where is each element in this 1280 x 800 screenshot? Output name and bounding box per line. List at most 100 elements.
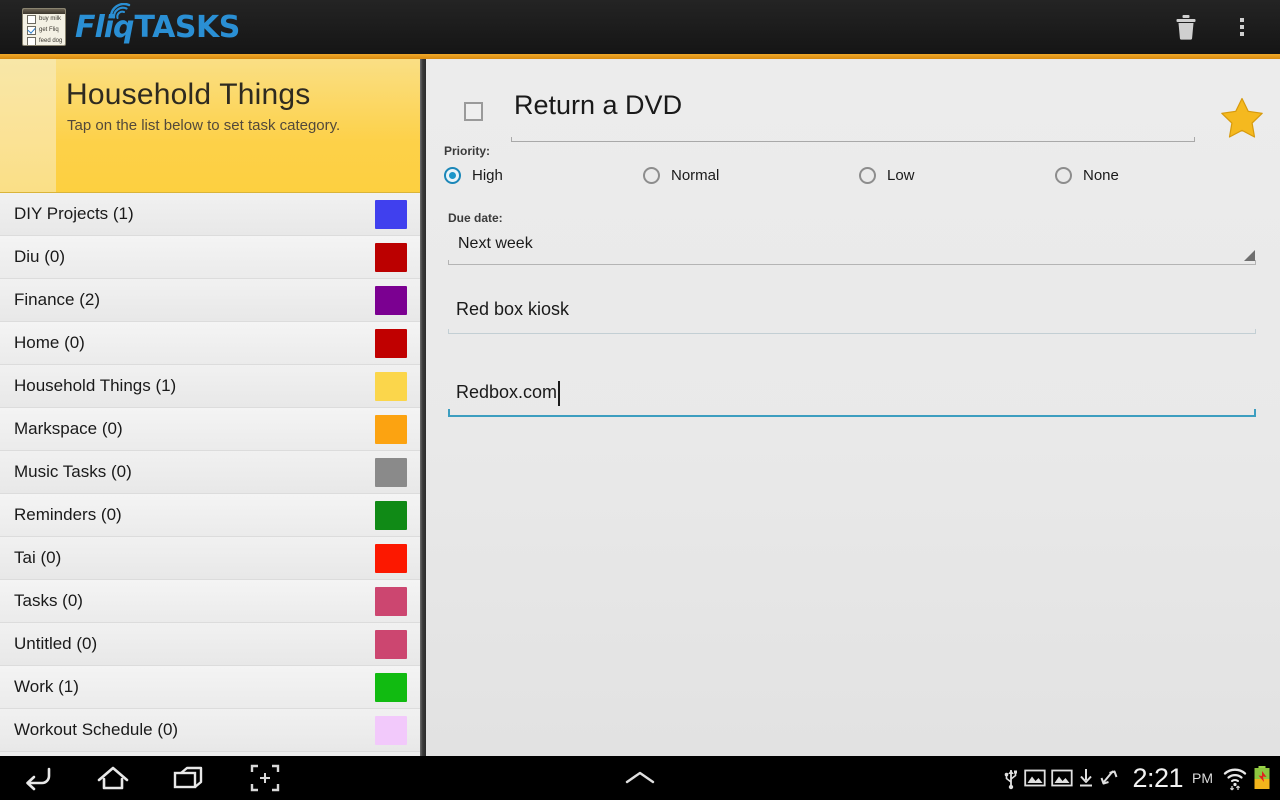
category-row[interactable]: Markspace (0) (0, 408, 420, 451)
category-row[interactable]: Work (1) (0, 666, 420, 709)
category-label: Home (0) (14, 333, 85, 352)
nav-screenshot-button[interactable] (240, 756, 290, 800)
wifi-arc-icon (109, 2, 131, 19)
nav-recents-button[interactable] (164, 756, 214, 800)
back-arrow-icon (26, 767, 51, 791)
due-date-spinner[interactable]: Next week (448, 229, 1256, 265)
category-color-swatch[interactable] (375, 415, 407, 444)
task-title-input[interactable]: Return a DVD (511, 80, 1195, 142)
task-complete-checkbox[interactable] (464, 102, 483, 121)
action-bar-actions (1158, 0, 1280, 54)
category-color-swatch[interactable] (375, 587, 407, 616)
priority-option-none[interactable]: None (1055, 167, 1119, 184)
category-row[interactable]: Reminders (0) (0, 494, 420, 537)
text-cursor (558, 381, 560, 406)
category-color-swatch[interactable] (375, 673, 407, 702)
url-value: Redbox.com (456, 382, 558, 402)
note-input[interactable]: Red box kiosk (448, 294, 1256, 334)
sidebar-header-stripe (0, 59, 56, 192)
category-sidebar: Household Things Tap on the list below t… (0, 59, 420, 756)
sync-icon (1099, 767, 1119, 789)
category-row[interactable]: Diu (0) (0, 236, 420, 279)
category-row[interactable]: Music Tasks (0) (0, 451, 420, 494)
priority-option-high[interactable]: High (444, 167, 503, 184)
category-label: Diu (0) (14, 247, 66, 266)
spinner-arrow-icon (1244, 250, 1255, 261)
category-label: DIY Projects (1) (14, 204, 134, 223)
priority-option-label: Normal (671, 167, 720, 184)
note-underline (448, 329, 1256, 334)
category-label: Music Tasks (0) (14, 462, 132, 481)
priority-label: Priority: (444, 144, 491, 158)
app-logo[interactable]: buy milk get Fliq feed dog Fliq TASKS (22, 2, 241, 46)
battery-icon (1252, 765, 1272, 791)
category-row[interactable]: Tai (0) (0, 537, 420, 580)
sidebar-header-subtitle: Tap on the list below to set task catego… (67, 117, 341, 134)
category-color-swatch[interactable] (375, 716, 407, 745)
category-row[interactable]: Finance (2) (0, 279, 420, 322)
logo-checkbox-3 (27, 37, 36, 45)
priority-radio-group[interactable]: High Normal Low None (444, 167, 1264, 193)
brand-wordmark: Fliq TASKS (75, 2, 241, 45)
category-row[interactable]: Home (0) (0, 322, 420, 365)
category-color-swatch[interactable] (375, 372, 407, 401)
radio-button-icon (444, 167, 461, 184)
priority-option-normal[interactable]: Normal (643, 167, 719, 184)
priority-option-label: Low (887, 167, 915, 184)
category-color-swatch[interactable] (375, 501, 407, 530)
due-date-label: Due date: (448, 211, 503, 225)
category-color-swatch[interactable] (375, 458, 407, 487)
url-input[interactable]: Redbox.com (448, 377, 1256, 417)
category-label: Household Things (1) (14, 376, 177, 395)
overflow-dots-icon (1240, 18, 1244, 36)
screenshot-icon-1 (1024, 768, 1047, 788)
home-icon (97, 766, 129, 790)
clock-ampm: PM (1192, 770, 1213, 786)
action-bar: buy milk get Fliq feed dog Fliq TASKS (0, 0, 1280, 54)
category-row[interactable]: Workout Schedule (0) (0, 709, 420, 752)
logo-item-2: get Fliq (39, 27, 59, 33)
favorite-star-button[interactable] (1220, 95, 1264, 139)
url-underline-focused (448, 409, 1256, 417)
category-label: Tasks (0) (14, 591, 83, 610)
category-color-swatch[interactable] (375, 630, 407, 659)
category-list[interactable]: DIY Projects (1) Diu (0) Finance (2) Home (… (0, 193, 420, 756)
category-label: Markspace (0) (14, 419, 123, 438)
category-label: Reminders (0) (14, 505, 122, 524)
note-value: Red box kiosk (456, 299, 570, 319)
nav-home-button[interactable] (88, 756, 138, 800)
chevron-up-icon (625, 771, 655, 784)
screenshot-icon (250, 764, 280, 792)
category-label: Work (1) (14, 677, 79, 696)
star-icon (1221, 97, 1263, 138)
task-detail-panel: Return a DVD Priority: High Normal Low None… (426, 59, 1280, 756)
status-tray[interactable]: 2:21 PM (1003, 756, 1272, 800)
nav-expand-button[interactable] (617, 756, 663, 800)
category-row[interactable]: Household Things (1) (0, 365, 420, 408)
task-title-underline (511, 137, 1195, 142)
delete-button[interactable] (1158, 0, 1214, 54)
category-color-swatch[interactable] (375, 200, 407, 229)
due-date-value: Next week (458, 235, 533, 252)
category-color-swatch[interactable] (375, 286, 407, 315)
nav-buttons (12, 756, 290, 800)
nav-back-button[interactable] (12, 756, 62, 800)
category-color-swatch[interactable] (375, 329, 407, 358)
task-title-value: Return a DVD (514, 90, 683, 120)
category-color-swatch[interactable] (375, 544, 407, 573)
usb-icon (1003, 766, 1019, 790)
brand-tasks: TASKS (134, 9, 241, 45)
download-icon (1078, 767, 1094, 789)
category-row[interactable]: DIY Projects (1) (0, 193, 420, 236)
overflow-menu-button[interactable] (1214, 0, 1270, 54)
priority-option-label: None (1083, 167, 1119, 184)
wifi-icon (1223, 765, 1247, 791)
priority-option-low[interactable]: Low (859, 167, 915, 184)
logo-item-3: feed dog (39, 38, 63, 44)
clock-time: 2:21 (1132, 762, 1183, 793)
category-row[interactable]: Tasks (0) (0, 580, 420, 623)
screenshot-icon-2 (1051, 768, 1074, 788)
category-color-swatch[interactable] (375, 243, 407, 272)
checklist-logo-icon: buy milk get Fliq feed dog (22, 8, 66, 46)
category-row[interactable]: Untitled (0) (0, 623, 420, 666)
